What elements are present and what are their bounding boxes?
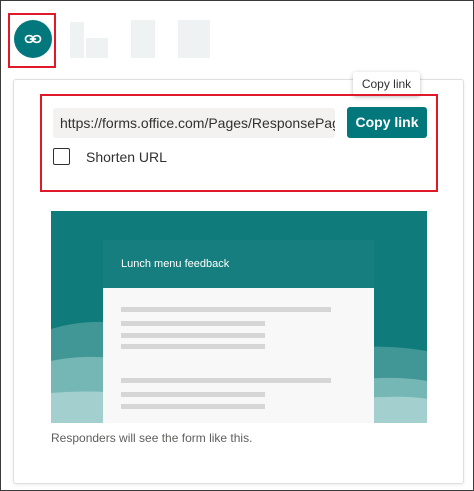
share-section-highlight bbox=[40, 94, 438, 192]
share-link-button[interactable] bbox=[14, 20, 52, 58]
blurred-tab bbox=[70, 22, 84, 58]
placeholder-line bbox=[121, 392, 265, 397]
placeholder-line bbox=[121, 321, 265, 326]
link-icon bbox=[24, 34, 42, 44]
placeholder-line bbox=[121, 378, 331, 383]
preview-form-body bbox=[103, 288, 374, 423]
placeholder-line bbox=[121, 333, 265, 338]
placeholder-line bbox=[121, 404, 265, 409]
blurred-tab bbox=[86, 38, 108, 58]
preview-caption: Responders will see the form like this. bbox=[51, 431, 253, 445]
copy-link-tooltip: Copy link bbox=[353, 72, 420, 96]
form-preview: Lunch menu feedback bbox=[51, 211, 427, 423]
placeholder-line bbox=[121, 307, 331, 312]
blurred-tab bbox=[178, 20, 210, 58]
blurred-tab bbox=[131, 20, 155, 58]
preview-form-title: Lunch menu feedback bbox=[103, 240, 374, 288]
placeholder-line bbox=[121, 344, 265, 349]
